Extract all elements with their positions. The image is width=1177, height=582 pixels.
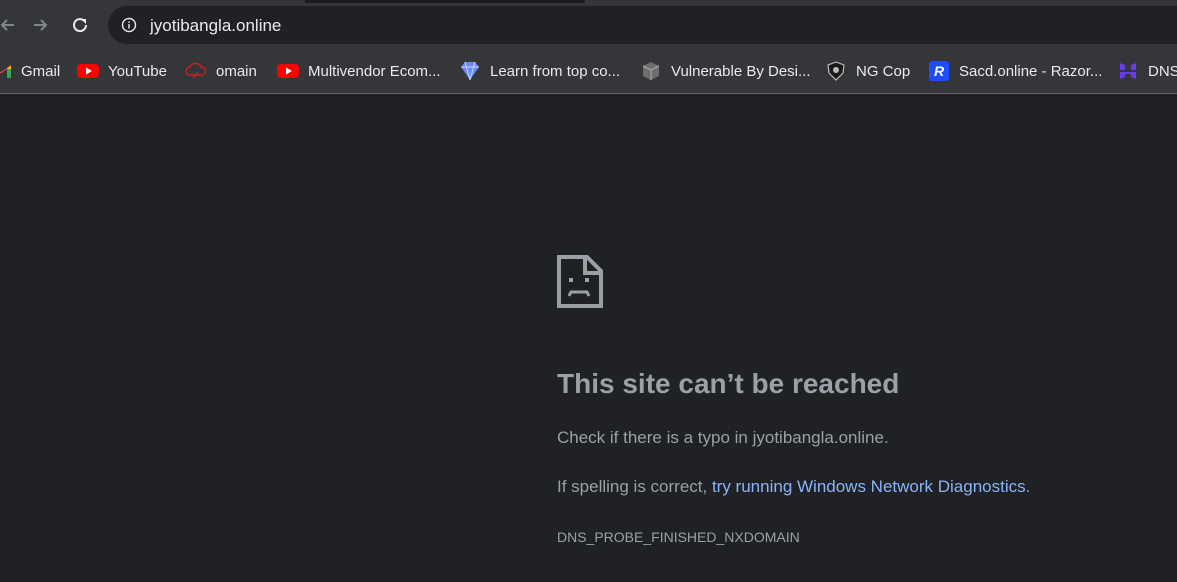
bookmark-label: DNS <box>1148 62 1177 80</box>
bookmark-dns[interactable]: DNS <box>1117 59 1177 83</box>
bookmark-label: NG Cop <box>856 62 911 80</box>
bookmarks-bar: Gmail YouTube omain Multivendor Ecom... <box>0 49 1177 94</box>
network-diagnostics-link[interactable]: try running Windows Network Diagnostics <box>712 477 1026 496</box>
diagnostics-suffix: . <box>1025 477 1031 496</box>
bookmark-label: Sacd.online - Razor... <box>959 62 1103 80</box>
bookmark-gmail[interactable]: Gmail <box>0 59 60 83</box>
error-title: This site can’t be reached <box>557 368 900 399</box>
youtube-icon <box>77 60 99 82</box>
forward-button[interactable] <box>24 9 56 41</box>
bookmark-label: Gmail <box>21 62 61 80</box>
info-icon[interactable] <box>121 17 137 33</box>
diamond-icon <box>459 60 481 82</box>
diagnostics-prefix: If spelling is correct, <box>557 477 712 496</box>
gmail-icon <box>0 60 12 82</box>
razorpay-icon: R <box>928 60 950 82</box>
error-code: DNS_PROBE_FINISHED_NXDOMAIN <box>557 529 800 545</box>
youtube-icon <box>277 60 299 82</box>
bookmark-vulnerable[interactable]: Vulnerable By Desi... <box>640 59 811 83</box>
bookmark-label: YouTube <box>108 62 167 80</box>
shield-icon <box>825 60 847 82</box>
svg-text:R: R <box>934 63 945 79</box>
forward-arrow-icon <box>34 19 48 31</box>
reload-button[interactable] <box>64 9 96 41</box>
sad-document-icon <box>557 255 603 308</box>
bookmark-label: Vulnerable By Desi... <box>671 62 811 80</box>
error-page <box>0 94 1177 582</box>
address-bar[interactable]: jyotibangla.online <box>108 6 1177 44</box>
bookmark-multivendor[interactable]: Multivendor Ecom... <box>277 59 441 83</box>
bookmark-ngcop[interactable]: NG Cop <box>825 59 910 83</box>
error-suggestion-diagnostics: If spelling is correct, try running Wind… <box>557 477 1030 497</box>
error-suggestion-typo: Check if there is a typo in jyotibangla.… <box>557 428 889 447</box>
bookmark-label: Multivendor Ecom... <box>308 62 441 80</box>
reload-icon <box>73 18 88 33</box>
browser-toolbar: jyotibangla.online <box>0 0 1177 49</box>
bookmark-sacd[interactable]: R Sacd.online - Razor... <box>928 59 1102 83</box>
cube-icon <box>640 60 662 82</box>
back-button[interactable] <box>0 9 24 41</box>
bookmark-youtube[interactable]: YouTube <box>77 59 167 83</box>
bookmark-omain[interactable]: omain <box>185 59 257 83</box>
url-text[interactable]: jyotibangla.online <box>150 16 281 36</box>
active-tab-edge <box>305 0 585 3</box>
cloud-icon <box>185 60 207 82</box>
bookmark-label: omain <box>216 62 257 80</box>
bookmark-learn[interactable]: Learn from top co... <box>459 59 620 83</box>
hostinger-icon <box>1117 60 1139 82</box>
back-arrow-icon <box>0 19 14 31</box>
bookmark-label: Learn from top co... <box>490 62 621 80</box>
